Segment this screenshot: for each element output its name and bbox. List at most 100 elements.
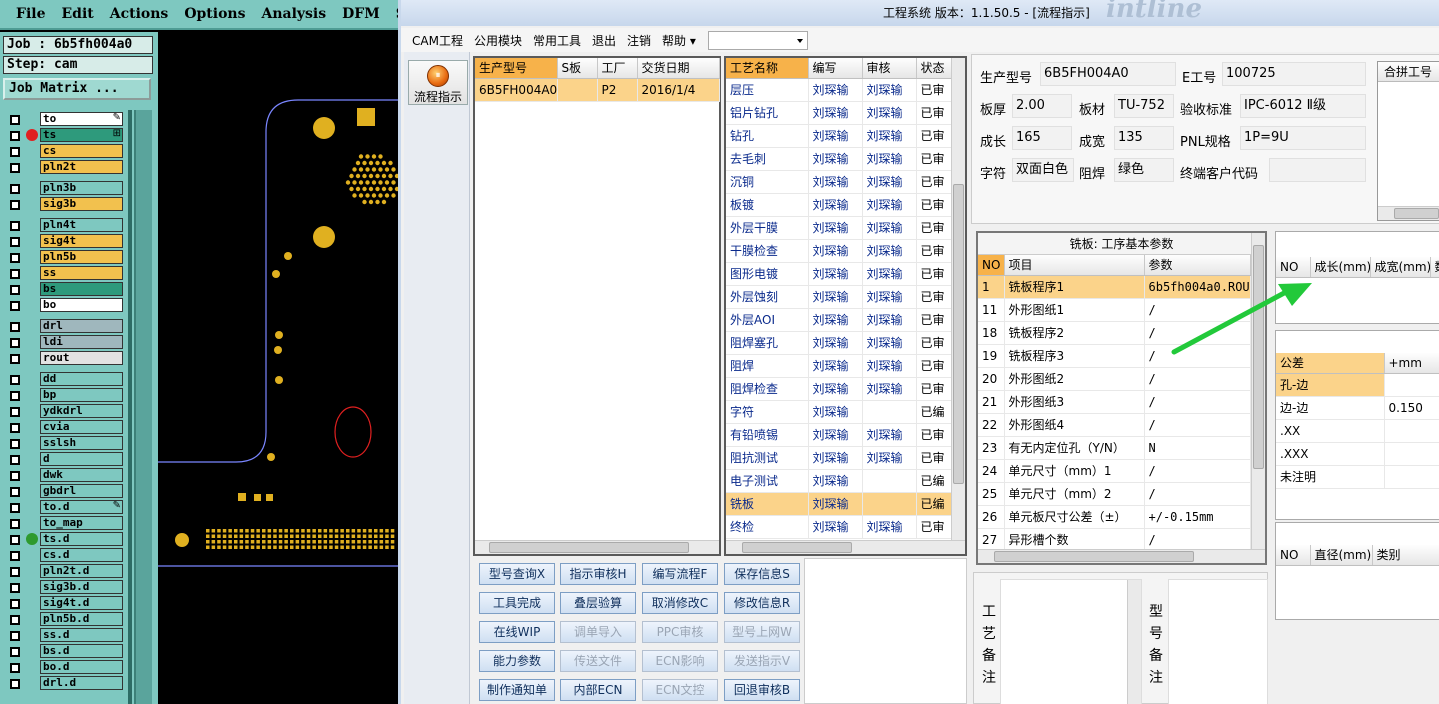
table-row[interactable]: 阻焊 刘琛输 刘琛输 已审 [726,354,952,378]
layer-checkbox[interactable] [10,184,20,194]
layer-row[interactable]: pln5b.d [5,612,125,627]
combine-hscroll-thumb[interactable] [1394,208,1439,219]
action-button[interactable]: 调单导入 [560,621,636,643]
menu-dfm[interactable]: DFM [342,6,380,22]
action-button[interactable]: 指示审核H [560,563,636,585]
column-header[interactable]: 参数 [1144,255,1251,276]
action-button[interactable]: 编写流程F [642,563,718,585]
action-button[interactable]: 型号查询X [479,563,555,585]
column-header[interactable]: 类别 [1372,545,1439,566]
layer-row[interactable]: bo [5,298,125,313]
table-row[interactable]: .XX [1276,419,1439,443]
table-row[interactable]: 阻焊检查 刘琛输 刘琛输 已审 [726,377,952,401]
layer-row[interactable]: to ✎ [5,112,125,127]
layer-checkbox[interactable] [10,269,20,279]
action-button[interactable]: 传送文件 [560,650,636,672]
orders-hscrollbar[interactable] [475,540,719,554]
table-row[interactable]: 电子测试 刘琛输 已编 [726,469,952,493]
layer-checkbox[interactable] [10,663,20,673]
layer-row[interactable]: ts.d [5,532,125,547]
layer-checkbox[interactable] [10,471,20,481]
layer-checkbox[interactable] [10,567,20,577]
table-row[interactable]: 26 单元板尺寸公差（±） +/-0.15mm [978,505,1251,529]
layer-checkbox[interactable] [10,253,20,263]
layer-row[interactable]: sig4t.d [5,596,125,611]
layer-row[interactable]: cs [5,144,125,159]
layer-row[interactable]: bs [5,282,125,297]
layer-checkbox[interactable] [10,115,20,125]
table-row[interactable]: 23 有无内定位孔（Y/N） N [978,436,1251,460]
layer-checkbox[interactable] [10,147,20,157]
table-row[interactable]: 铝片钻孔 刘琛输 刘琛输 已审 [726,101,952,125]
action-button[interactable]: 发送指示V [724,650,800,672]
table-row[interactable]: 22 外形图纸4/ [978,413,1251,437]
table-row[interactable]: 外层蚀刻 刘琛输 刘琛输 已审 [726,285,952,309]
cam-menu-item[interactable]: 注销 [627,32,651,49]
flow-guide-button[interactable]: ⏸ 流程指示 [408,60,468,105]
table-row[interactable]: 字符 刘琛输 已编 [726,400,952,424]
table-row[interactable]: 去毛刺 刘琛输 刘琛输 已审 [726,147,952,171]
table-row[interactable]: 有铅喷锡 刘琛输 刘琛输 已审 [726,423,952,447]
layer-row[interactable]: pln2t [5,160,125,175]
cam-menu-item[interactable]: CAM工程 [412,32,463,49]
mask-field[interactable]: 绿色 [1114,158,1174,182]
action-button[interactable]: 保存信息S [724,563,800,585]
action-button[interactable]: ECN文控 [642,679,718,701]
layer-checkbox[interactable] [10,551,20,561]
layer-row[interactable]: ydkdrl [5,404,125,419]
action-button[interactable]: 能力参数 [479,650,555,672]
column-header[interactable]: NO [978,255,1005,276]
char-field[interactable]: 双面白色 [1012,158,1074,182]
table-row[interactable]: 孔-边 [1276,373,1439,397]
layer-checkbox[interactable] [10,583,20,593]
layer-row[interactable]: rout [5,351,125,366]
width-field[interactable]: 135 [1114,126,1174,150]
layer-checkbox[interactable] [10,647,20,657]
column-header[interactable]: 审核 [862,58,917,79]
process-hscrollbar[interactable] [726,540,965,554]
column-header[interactable]: 编写 [808,58,863,79]
table-row[interactable]: 阻抗测试 刘琛输 刘琛输 已审 [726,446,952,470]
layer-row[interactable]: ts ⊞ [5,128,125,143]
table-row[interactable]: 27 异形槽个数 / [978,528,1251,552]
column-header[interactable]: 直径(mm) [1310,545,1373,566]
layer-checkbox[interactable] [10,407,20,417]
action-button[interactable]: 回退审核B [724,679,800,701]
action-button[interactable]: 型号上网W [724,621,800,643]
table-row[interactable]: 外层干膜 刘琛输 刘琛输 已审 [726,216,952,240]
column-header[interactable]: 交货日期 [637,58,720,79]
process-note-scrollbar[interactable] [1127,580,1141,704]
table-row[interactable]: .XXX [1276,442,1439,466]
cam-menu-item[interactable]: 常用工具 [533,32,581,49]
action-button[interactable]: PPC审核 [642,621,718,643]
column-header[interactable]: NO [1276,545,1311,566]
table-row[interactable]: 图形电镀 刘琛输 刘琛输 已审 [726,262,952,286]
layer-row[interactable]: cvia [5,420,125,435]
layer-checkbox[interactable] [10,221,20,231]
cam-menu-item[interactable]: 公用模块 [474,32,522,49]
customer-field[interactable] [1269,158,1366,182]
column-header[interactable]: +mm [1384,353,1439,374]
layer-checkbox[interactable] [10,237,20,247]
column-header[interactable]: 成宽(mm) [1370,257,1431,278]
action-button[interactable]: 工具完成 [479,592,555,614]
layer-row[interactable]: sig3b [5,197,125,212]
table-row[interactable]: 21 外形图纸3/ [978,390,1251,414]
layer-row[interactable]: gbdrl [5,484,125,499]
cam-menu-item[interactable]: 帮助 ▾ [662,32,696,49]
layer-checkbox[interactable] [10,354,20,364]
layer-checkbox[interactable] [10,301,20,311]
layer-row[interactable]: pln3b [5,181,125,196]
thickness-field[interactable]: 2.00 [1012,94,1072,118]
column-header[interactable]: 数 [1430,257,1439,278]
layer-row[interactable]: dd [5,372,125,387]
layer-checkbox[interactable] [10,163,20,173]
layer-row[interactable]: pln5b [5,250,125,265]
layer-list-scrollbar[interactable] [134,110,152,704]
layer-checkbox[interactable] [10,200,20,210]
params-hscroll-thumb[interactable] [994,551,1194,562]
table-row[interactable]: 沉铜 刘琛输 刘琛输 已审 [726,170,952,194]
layer-checkbox[interactable] [10,679,20,689]
layer-checkbox[interactable] [10,423,20,433]
layer-checkbox[interactable] [10,285,20,295]
